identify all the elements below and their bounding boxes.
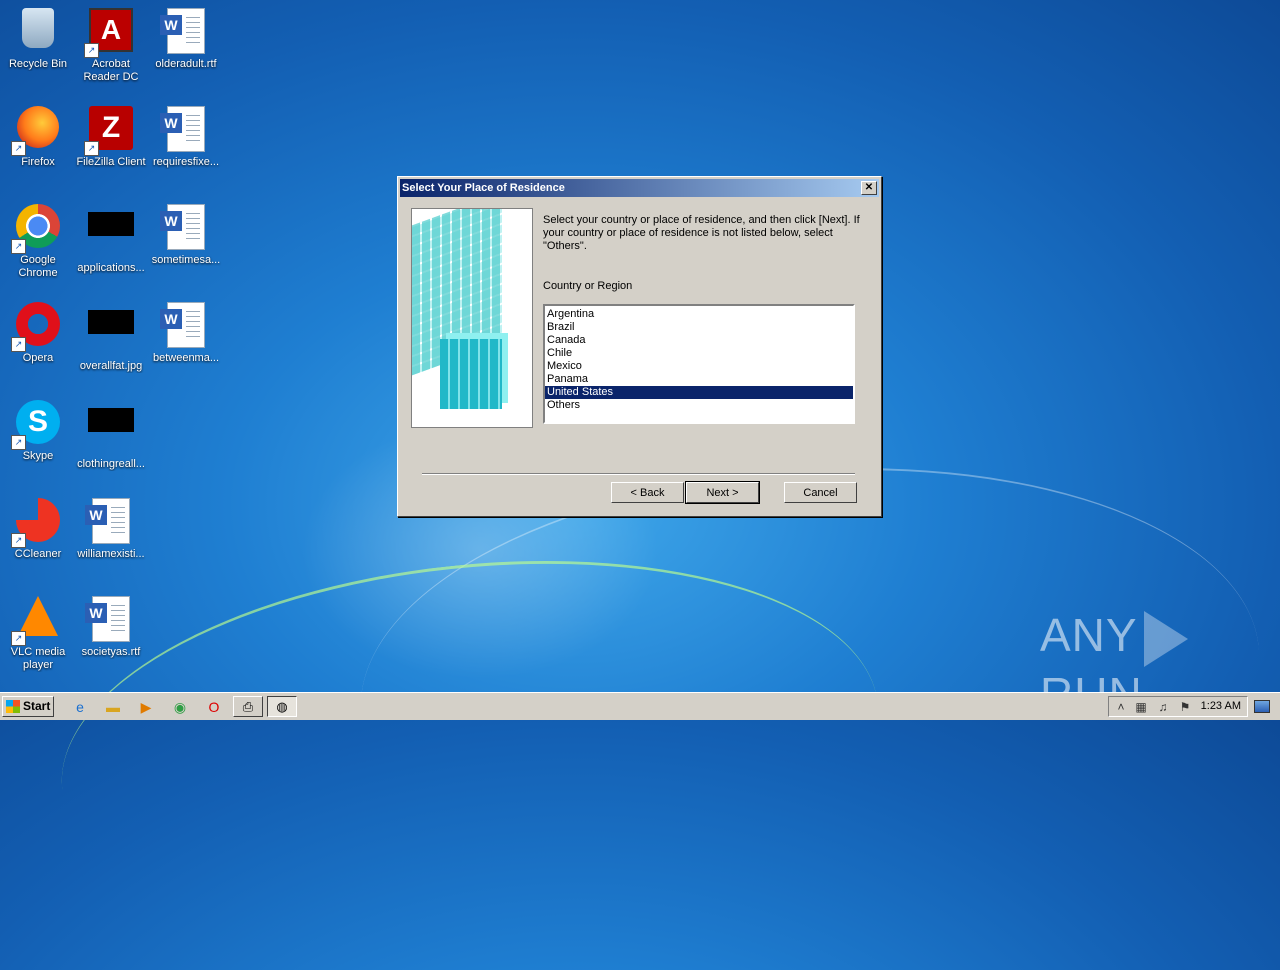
desktop-icon-williamexisti[interactable]: williamexisti...	[73, 492, 149, 561]
shortcut-arrow-icon: ↗	[11, 435, 26, 450]
close-button[interactable]: ✕	[861, 181, 877, 195]
shortcut-arrow-icon: ↗	[11, 533, 26, 548]
shortcut-arrow-icon: ↗	[11, 141, 26, 156]
file-thumbnail-icon	[88, 212, 134, 236]
desktop-icon-skype[interactable]: S ↗ Skype	[0, 394, 76, 463]
recycle-bin-icon	[22, 8, 54, 48]
instructions-text: Select your country or place of residenc…	[543, 214, 860, 252]
shortcut-arrow-icon: ↗	[11, 239, 26, 254]
country-listbox[interactable]: Argentina Brazil Canada Chile Mexico Panama Un…	[543, 304, 855, 424]
clock[interactable]: 1:23 AM	[1201, 697, 1241, 716]
desktop-icon-filezilla[interactable]: Z ↗ FileZilla Client	[73, 100, 149, 169]
volume-icon[interactable]: ♫	[1155, 699, 1171, 715]
desktop-icon-sometimesa[interactable]: sometimesa...	[148, 198, 224, 267]
word-document-icon	[160, 8, 205, 54]
media-player-icon[interactable]: ▶	[136, 697, 156, 717]
desktop-icon-ccleaner[interactable]: ↗ CCleaner	[0, 492, 76, 561]
desktop-icon-betweenma[interactable]: betweenma...	[148, 296, 224, 365]
word-document-icon	[160, 106, 205, 152]
desktop-icon-clothingreall[interactable]: clothingreall...	[73, 394, 149, 471]
desktop-icon-societyas[interactable]: societyas.rtf	[73, 590, 149, 659]
word-document-icon	[85, 498, 130, 544]
folder-icon[interactable]: ▬	[103, 697, 123, 717]
desktop-icon-applications[interactable]: applications...	[73, 198, 149, 275]
shortcut-arrow-icon: ↗	[84, 141, 99, 156]
file-thumbnail-icon	[88, 310, 134, 334]
start-button[interactable]: Start	[2, 696, 54, 717]
chrome-taskbar-icon[interactable]: ◉	[170, 697, 190, 717]
desktop-icon-requiresfixe[interactable]: requiresfixe...	[148, 100, 224, 169]
country-option[interactable]: Brazil	[545, 321, 853, 334]
word-document-icon	[160, 204, 205, 250]
cube-block-graphic	[440, 339, 502, 409]
desktop-icon-recycle-bin[interactable]: Recycle Bin	[0, 2, 76, 71]
installer-artwork	[411, 208, 533, 428]
shortcut-arrow-icon: ↗	[84, 43, 99, 58]
country-option[interactable]: Argentina	[545, 308, 853, 321]
residence-dialog: Select Your Place of Residence ✕ Select …	[397, 176, 882, 517]
vlc-cone-icon	[18, 596, 58, 636]
setup-taskbar-icon[interactable]: ◍	[267, 696, 297, 717]
internet-explorer-icon[interactable]: e	[70, 697, 90, 717]
network-icon[interactable]: ▦	[1133, 699, 1149, 715]
show-hidden-icons-icon[interactable]: ˄	[1113, 699, 1129, 715]
country-option[interactable]: Chile	[545, 347, 853, 360]
shortcut-arrow-icon: ↗	[11, 337, 26, 352]
desktop-icon-acrobat[interactable]: A ↗ Acrobat Reader DC	[73, 2, 149, 84]
taskbar: Start e ▬ ▶ ◉ O ⎙ ◍ ˄ ▦ ♫ ⚑ 1:23 AM	[0, 692, 1280, 720]
desktop-icon-vlc[interactable]: ↗ VLC media player	[0, 590, 76, 672]
country-option[interactable]: Others	[545, 399, 853, 412]
play-logo-icon	[1143, 610, 1188, 667]
country-option[interactable]: Mexico	[545, 360, 853, 373]
desktop-icon-olderadult[interactable]: olderadult.rtf	[148, 2, 224, 71]
country-region-label: Country or Region	[543, 280, 633, 292]
show-desktop-icon[interactable]	[1254, 700, 1270, 713]
country-option[interactable]: Canada	[545, 334, 853, 347]
system-tray: ˄ ▦ ♫ ⚑ 1:23 AM	[1108, 696, 1248, 717]
desktop-icon-firefox[interactable]: ↗ Firefox	[0, 100, 76, 169]
word-document-icon	[160, 302, 205, 348]
country-option[interactable]: United States	[545, 386, 853, 399]
file-thumbnail-icon	[88, 408, 134, 432]
shortcut-arrow-icon: ↗	[11, 631, 26, 646]
cancel-button[interactable]: Cancel	[784, 482, 857, 503]
country-option[interactable]: Panama	[545, 373, 853, 386]
close-icon: ✕	[864, 182, 874, 193]
desktop-icon-google-chrome[interactable]: ↗ Google Chrome	[0, 198, 76, 280]
dialog-title: Select Your Place of Residence	[402, 182, 565, 194]
dialog-separator	[422, 473, 855, 475]
back-button[interactable]: < Back	[611, 482, 684, 503]
desktop-icon-opera[interactable]: ↗ Opera	[0, 296, 76, 365]
windows-logo-icon	[6, 700, 20, 713]
installer-taskbar-icon[interactable]: ⎙	[233, 696, 263, 717]
opera-taskbar-icon[interactable]: O	[204, 697, 224, 717]
action-center-flag-icon[interactable]: ⚑	[1177, 699, 1193, 715]
dialog-titlebar[interactable]: Select Your Place of Residence ✕	[400, 179, 879, 197]
next-button[interactable]: Next >	[685, 481, 760, 504]
desktop-icon-overallfat[interactable]: overallfat.jpg	[73, 296, 149, 373]
word-document-icon	[85, 596, 130, 642]
